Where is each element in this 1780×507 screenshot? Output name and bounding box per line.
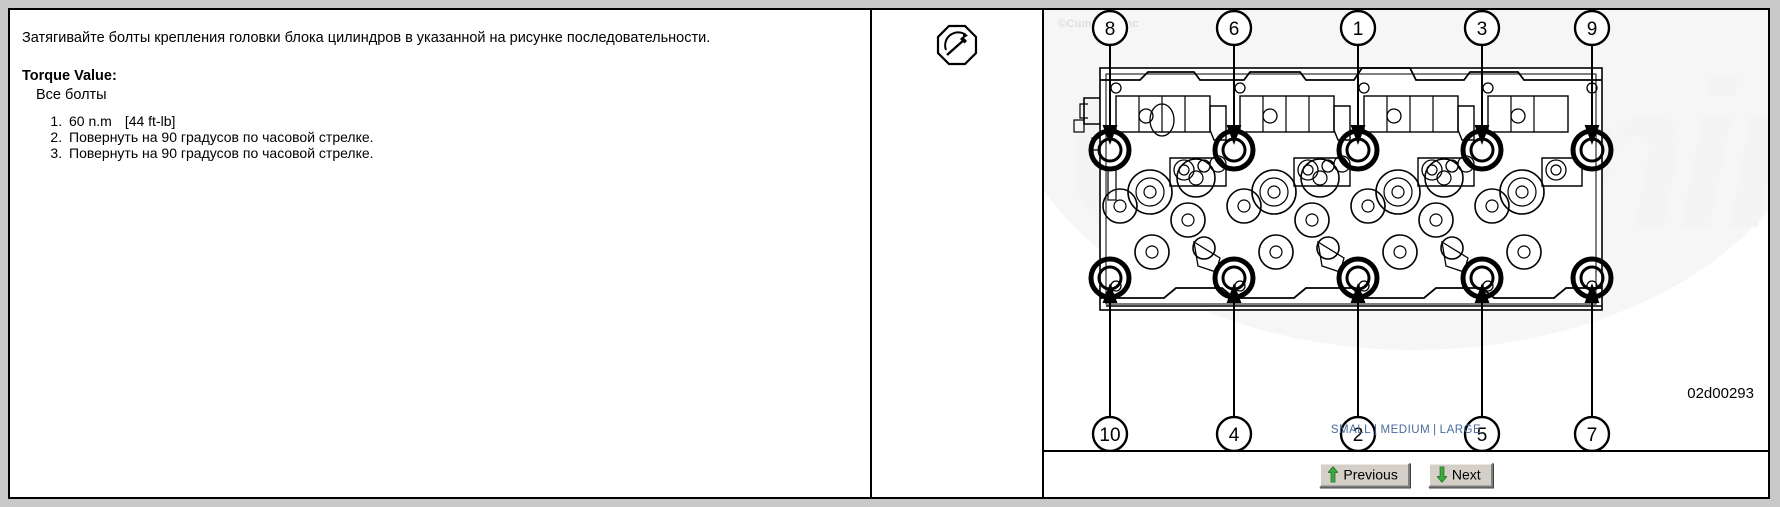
step-value: Повернуть на 90 градусов по часовой стре…	[69, 129, 374, 146]
instruction-cell: Затягивайте болты крепления головки блок…	[10, 10, 872, 497]
previous-button-label: Previous	[1343, 466, 1398, 482]
step-value: Повернуть на 90 градусов по часовой стре…	[69, 145, 374, 162]
service-manual-table: Затягивайте болты крепления головки блок…	[8, 8, 1770, 499]
callout-top-2: 6	[1229, 19, 1240, 40]
link-separator: |	[1374, 424, 1378, 436]
torque-value-heading: Torque Value:	[22, 68, 117, 84]
previous-button[interactable]: Previous	[1319, 462, 1410, 487]
link-medium[interactable]: MEDIUM	[1381, 424, 1431, 436]
callout-top-1: 8	[1105, 19, 1116, 40]
list-item: 60 n.m [44 ft-lb]	[66, 113, 374, 129]
figure-cell: Cummins ©Cummins Inc	[1044, 10, 1768, 497]
navigation-buttons: Previous Next	[1044, 462, 1768, 487]
torque-value-subject: Все болты	[36, 87, 107, 103]
arrow-down-icon	[1436, 466, 1447, 482]
callout-top-5: 9	[1587, 19, 1598, 40]
torque-step-list: 60 n.m [44 ft-lb] Повернуть на 90 градусо…	[40, 113, 374, 162]
cylinder-head-drawing: 8 6 1 3 9 10 4 2 5 7	[1073, 10, 1614, 450]
link-large[interactable]: LARGE	[1440, 424, 1482, 436]
next-button-label: Next	[1451, 466, 1481, 482]
icon-cell	[872, 10, 1044, 497]
instruction-text: Затягивайте болты крепления головки блок…	[22, 30, 711, 46]
navigation-cell: Previous Next	[1044, 452, 1768, 497]
link-small[interactable]: SMALL	[1331, 424, 1371, 436]
figure-image-id: 02d00293	[1687, 385, 1754, 402]
link-separator: |	[1433, 424, 1437, 436]
cylinder-head-figure: Cummins ©Cummins Inc	[1044, 10, 1768, 452]
step-alt-value: [44 ft-lb]	[124, 113, 176, 129]
list-item: Повернуть на 90 градусов по часовой стре…	[66, 129, 374, 145]
list-item: Повернуть на 90 градусов по часовой стре…	[66, 145, 374, 161]
step-value: 60 n.m	[69, 113, 112, 129]
next-button[interactable]: Next	[1427, 462, 1493, 487]
callout-top-4: 3	[1477, 19, 1488, 40]
image-size-links: SMALL | MEDIUM | LARGE	[1044, 424, 1768, 436]
arrow-up-icon	[1328, 466, 1339, 482]
callout-top-3: 1	[1353, 19, 1364, 40]
torque-wrench-icon	[936, 24, 978, 66]
